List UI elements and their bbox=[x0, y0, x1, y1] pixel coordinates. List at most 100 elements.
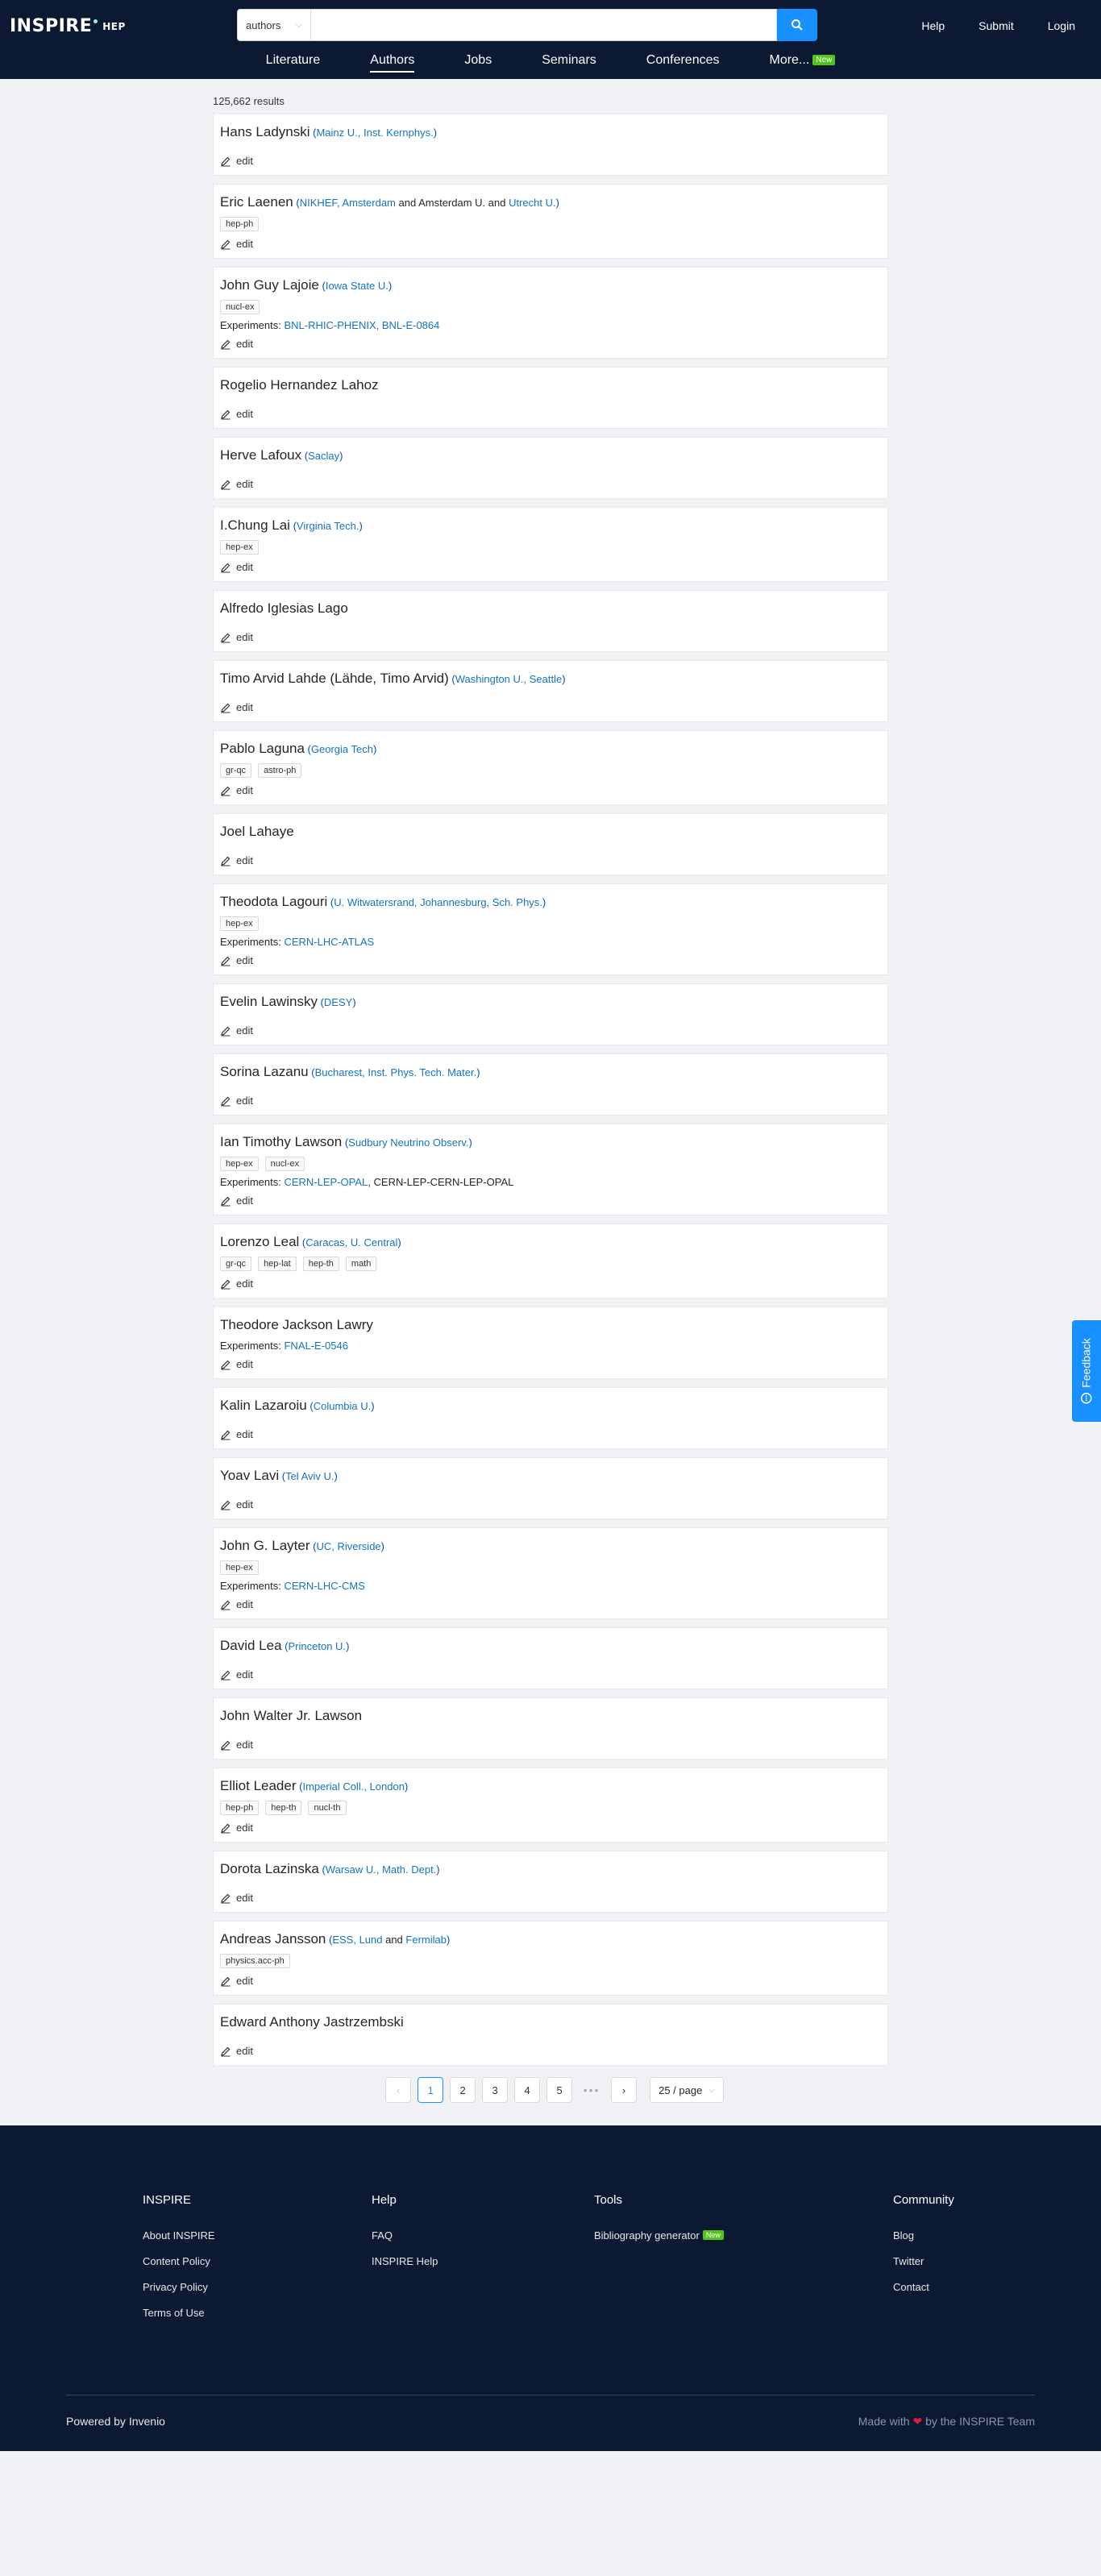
edit-author-button[interactable]: edit bbox=[220, 1822, 881, 1834]
author-name[interactable]: I.Chung Lai bbox=[220, 517, 290, 533]
edit-author-button[interactable]: edit bbox=[220, 1358, 881, 1370]
author-name[interactable]: Kalin Lazaroiu bbox=[220, 1398, 307, 1413]
author-name[interactable]: Evelin Lawinsky bbox=[220, 994, 318, 1009]
pagination-ellipsis[interactable]: ••• bbox=[579, 2084, 605, 2096]
edit-author-button[interactable]: edit bbox=[220, 784, 881, 796]
author-name[interactable]: John Walter Jr. Lawson bbox=[220, 1708, 362, 1723]
edit-author-button[interactable]: edit bbox=[220, 1278, 881, 1290]
edit-author-button[interactable]: edit bbox=[220, 338, 881, 350]
edit-author-button[interactable]: edit bbox=[220, 1739, 881, 1751]
pagination-page-1[interactable]: 1 bbox=[418, 2077, 444, 2103]
affiliation-link[interactable]: NIKHEF, Amsterdam bbox=[300, 197, 396, 209]
nav-item-conferences[interactable]: Conferences bbox=[646, 50, 720, 73]
search-button[interactable] bbox=[777, 9, 817, 41]
author-name[interactable]: Hans Ladynski bbox=[220, 124, 310, 139]
author-name[interactable]: Pablo Laguna bbox=[220, 741, 305, 756]
experiment-link[interactable]: CERN-LEP-OPAL bbox=[284, 1176, 368, 1188]
author-name[interactable]: Timo Arvid Lahde (Lähde, Timo Arvid) bbox=[220, 671, 449, 686]
edit-author-button[interactable]: edit bbox=[220, 954, 881, 966]
edit-author-button[interactable]: edit bbox=[220, 854, 881, 866]
footer-link[interactable]: Privacy Policy bbox=[143, 2281, 215, 2293]
edit-author-button[interactable]: edit bbox=[220, 701, 881, 713]
edit-author-button[interactable]: edit bbox=[220, 408, 881, 420]
nav-item-authors[interactable]: Authors bbox=[370, 50, 415, 73]
nav-item-seminars[interactable]: Seminars bbox=[542, 50, 596, 73]
inspire-logo[interactable]: INSPIRE HEP bbox=[10, 16, 126, 36]
footer-link[interactable]: Contact bbox=[893, 2281, 954, 2293]
edit-author-button[interactable]: edit bbox=[220, 1892, 881, 1904]
affiliation-link[interactable]: Tel Aviv U. bbox=[285, 1470, 334, 1482]
edit-author-button[interactable]: edit bbox=[220, 238, 881, 250]
edit-author-button[interactable]: edit bbox=[220, 1598, 881, 1610]
edit-author-button[interactable]: edit bbox=[220, 1668, 881, 1681]
footer-link[interactable]: About INSPIRE bbox=[143, 2229, 215, 2242]
affiliation-link[interactable]: Columbia U. bbox=[314, 1400, 372, 1412]
affiliation-link[interactable]: Princeton U. bbox=[289, 1640, 347, 1652]
author-name[interactable]: John G. Layter bbox=[220, 1538, 310, 1553]
affiliation-link[interactable]: Sudbury Neutrino Observ. bbox=[348, 1136, 468, 1149]
edit-author-button[interactable]: edit bbox=[220, 2045, 881, 2057]
author-name[interactable]: Sorina Lazanu bbox=[220, 1064, 309, 1079]
edit-author-button[interactable]: edit bbox=[220, 561, 881, 573]
affiliation-link[interactable]: Utrecht U. bbox=[509, 197, 556, 209]
pagination-page-3[interactable]: 3 bbox=[482, 2077, 509, 2103]
edit-author-button[interactable]: edit bbox=[220, 1428, 881, 1440]
footer-link[interactable]: FAQ bbox=[372, 2229, 438, 2242]
edit-author-button[interactable]: edit bbox=[220, 155, 881, 167]
page-size-select[interactable]: 25 / page ⌵ bbox=[650, 2077, 724, 2103]
edit-author-button[interactable]: edit bbox=[220, 1498, 881, 1510]
search-input[interactable] bbox=[311, 9, 777, 41]
author-name[interactable]: Dorota Lazinska bbox=[220, 1861, 319, 1876]
pagination-prev-button[interactable]: ‹ bbox=[385, 2077, 412, 2103]
footer-link[interactable]: Content Policy bbox=[143, 2255, 215, 2267]
affiliation-link[interactable]: Bucharest, Inst. Phys. Tech. Mater. bbox=[315, 1066, 477, 1078]
author-name[interactable]: Eric Laenen bbox=[220, 194, 293, 210]
experiment-link[interactable]: FNAL-E-0546 bbox=[284, 1340, 347, 1352]
affiliation-link[interactable]: Washington U., Seattle bbox=[455, 673, 562, 685]
experiment-link[interactable]: BNL-RHIC-PHENIX, BNL-E-0864 bbox=[284, 319, 439, 331]
footer-link[interactable]: Terms of Use bbox=[143, 2307, 215, 2319]
footer-link[interactable]: Bibliography generator New bbox=[594, 2229, 724, 2242]
edit-author-button[interactable]: edit bbox=[220, 478, 881, 490]
affiliation-link[interactable]: U. Witwatersrand, Johannesburg, Sch. Phy… bbox=[334, 896, 542, 908]
affiliation-link[interactable]: DESY bbox=[324, 996, 352, 1008]
affiliation-link[interactable]: Saclay bbox=[308, 450, 339, 462]
author-name[interactable]: Theodota Lagouri bbox=[220, 894, 327, 909]
affiliation-link[interactable]: Warsaw U., Math. Dept. bbox=[326, 1863, 437, 1876]
author-name[interactable]: David Lea bbox=[220, 1638, 282, 1653]
affiliation-link[interactable]: Georgia Tech bbox=[311, 743, 373, 755]
author-name[interactable]: Yoav Lavi bbox=[220, 1468, 279, 1483]
nav-item-jobs[interactable]: Jobs bbox=[464, 50, 492, 73]
author-name[interactable]: Edward Anthony Jastrzembski bbox=[220, 2014, 404, 2030]
edit-author-button[interactable]: edit bbox=[220, 631, 881, 643]
author-name[interactable]: Rogelio Hernandez Lahoz bbox=[220, 377, 379, 393]
author-name[interactable]: John Guy Lajoie bbox=[220, 277, 319, 293]
powered-by-link[interactable]: Powered by Invenio bbox=[66, 2415, 165, 2429]
edit-author-button[interactable]: edit bbox=[220, 1195, 881, 1207]
edit-author-button[interactable]: edit bbox=[220, 1095, 881, 1107]
pagination-page-4[interactable]: 4 bbox=[514, 2077, 541, 2103]
experiment-link[interactable]: CERN-LHC-CMS bbox=[284, 1580, 364, 1592]
author-name[interactable]: Joel Lahaye bbox=[220, 824, 294, 839]
nav-item-more[interactable]: More... New bbox=[770, 50, 836, 73]
author-name[interactable]: Ian Timothy Lawson bbox=[220, 1134, 342, 1149]
experiment-link[interactable]: CERN-LHC-ATLAS bbox=[284, 936, 374, 948]
affiliation-link[interactable]: Virginia Tech. bbox=[297, 520, 359, 532]
author-name[interactable]: Lorenzo Leal bbox=[220, 1234, 299, 1249]
affiliation-link[interactable]: ESS, Lund bbox=[332, 1934, 382, 1946]
pagination-page-5[interactable]: 5 bbox=[546, 2077, 573, 2103]
login-link[interactable]: Login bbox=[1048, 19, 1075, 32]
footer-link[interactable]: INSPIRE Help bbox=[372, 2255, 438, 2267]
author-name[interactable]: Elliot Leader bbox=[220, 1778, 297, 1793]
affiliation-link[interactable]: Iowa State U. bbox=[326, 280, 388, 292]
author-name[interactable]: Theodore Jackson Lawry bbox=[220, 1317, 373, 1332]
affiliation-link[interactable]: Caracas, U. Central bbox=[305, 1236, 397, 1249]
affiliation-link[interactable]: Imperial Coll., London bbox=[302, 1780, 404, 1793]
footer-link[interactable]: Blog bbox=[893, 2229, 954, 2242]
affiliation-link[interactable]: UC, Riverside bbox=[316, 1540, 380, 1552]
pagination-next-button[interactable]: › bbox=[611, 2077, 638, 2103]
author-name[interactable]: Andreas Jansson bbox=[220, 1931, 326, 1947]
nav-item-literature[interactable]: Literature bbox=[266, 50, 321, 73]
feedback-button[interactable]: Feedback bbox=[1072, 1320, 1101, 1422]
pagination-page-2[interactable]: 2 bbox=[450, 2077, 476, 2103]
